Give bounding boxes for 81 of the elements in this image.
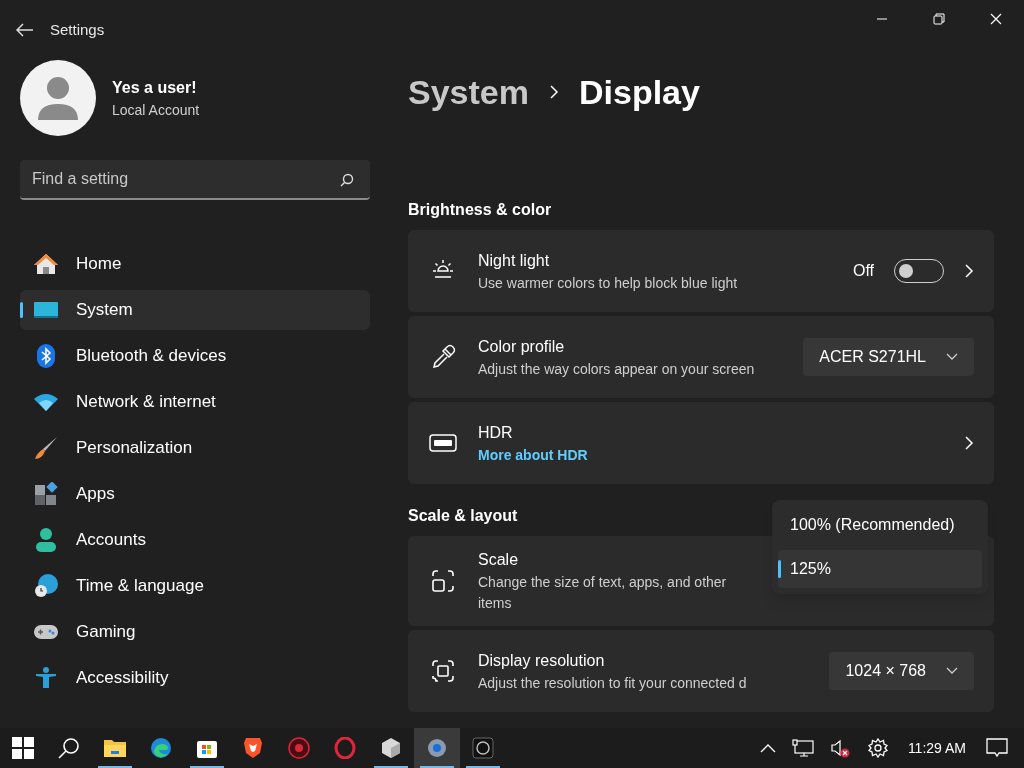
search-field[interactable]: Find a setting [20,160,370,200]
round-app-icon [288,737,310,759]
network-monitor-icon[interactable] [791,739,814,757]
nav-item[interactable]: Gaming [20,612,370,652]
setting-description: Use warmer colors to help block blue light [478,273,739,293]
nav-item[interactable]: System [20,290,370,330]
wifi-icon [33,392,59,412]
nav-item[interactable]: Bluetooth & devices [20,336,370,376]
gamepad-icon [33,622,59,642]
accessibility-icon [34,666,58,690]
nav-item[interactable]: Time & language [20,566,370,606]
cube-icon [380,737,402,759]
menu-option[interactable]: 125% [778,550,982,588]
dropdown[interactable]: 1024 × 768 [829,652,974,690]
running-indicator [374,766,408,768]
page-title: Display [578,71,700,113]
setting-title: Night light [478,250,550,271]
setting-description: Adjust the way colors appear on your screen [478,359,756,379]
account-type: Local Account [112,100,200,120]
running-indicator [420,766,454,768]
hdr-link[interactable]: More about HDR [478,444,944,466]
close-icon [989,13,1002,25]
setting-card[interactable]: HDR More about HDR [408,402,994,484]
dropdown[interactable]: ACER S271HL [803,338,974,376]
nav-item[interactable]: Personalization [20,428,370,468]
nav-item[interactable]: Apps [20,474,370,514]
house-icon [33,252,59,276]
breadcrumb-link[interactable]: System [408,66,529,118]
apps-icon [34,482,58,506]
globe-clock-icon [33,573,59,599]
nav-item[interactable]: Accounts [20,520,370,560]
nav-item[interactable]: Network & internet [20,382,370,422]
user-name: Yes a user! [112,77,198,98]
setting-card[interactable]: Color profile Adjust the way colors appear on your screen ACER S271HL [408,316,994,398]
ring-icon [334,737,356,759]
eyedropper-icon [430,344,456,370]
back-arrow-icon[interactable] [16,23,34,37]
breadcrumb-chevron-icon [548,84,559,100]
caret-icon [946,667,958,675]
nav-item[interactable]: Home [20,244,370,284]
running-indicator [190,766,224,768]
setting-title: Display resolution [478,650,605,671]
chevron-right-icon [964,263,974,279]
search-icon [340,173,354,187]
scale-icon [430,568,456,594]
paintbrush-icon [33,435,59,461]
folder-icon [103,737,127,759]
setting-title: HDR [478,422,513,443]
setting-card[interactable]: Display resolution Adjust the resolution to fit your connected d 1024 × 768 [408,630,994,712]
notification-icon[interactable] [986,738,1008,758]
muted-speaker-icon[interactable] [829,738,852,758]
avatar-icon [20,60,96,136]
dark-badge-app-icon [472,737,494,759]
setting-description: Change the size of text, apps, and other items [478,573,728,613]
chevron-right-icon [964,435,974,451]
resolution-icon [430,658,456,684]
search-icon [58,737,80,759]
selection-indicator [20,302,23,318]
setting-card[interactable]: Night light Use warmer colors to help block blue light Off [408,230,994,312]
running-indicator [98,766,132,768]
bluetooth-icon [35,343,57,369]
restore-icon [932,13,945,25]
setting-title: Scale [478,550,519,570]
clock[interactable]: 11:29 AM [903,737,970,759]
browser-wave-icon [150,737,172,759]
window-title: Settings [50,19,105,40]
hdr-icon [429,433,457,453]
windows-logo-icon [12,737,34,759]
running-indicator [466,766,500,768]
nav-item[interactable]: Accessibility [20,658,370,698]
toggle-state-label: Off [852,261,874,281]
section-heading: Scale & layout [408,506,518,526]
selection-indicator [778,560,781,578]
setting-title: Color profile [478,336,565,357]
person-icon [34,527,58,553]
lion-shield-icon [243,737,263,759]
section-heading: Brightness & color [408,200,552,220]
monitor-icon [33,299,59,321]
caret-icon [946,353,958,361]
chevron-up-icon[interactable] [759,743,776,753]
setting-description: Adjust the resolution to fit your connected d [478,673,748,693]
